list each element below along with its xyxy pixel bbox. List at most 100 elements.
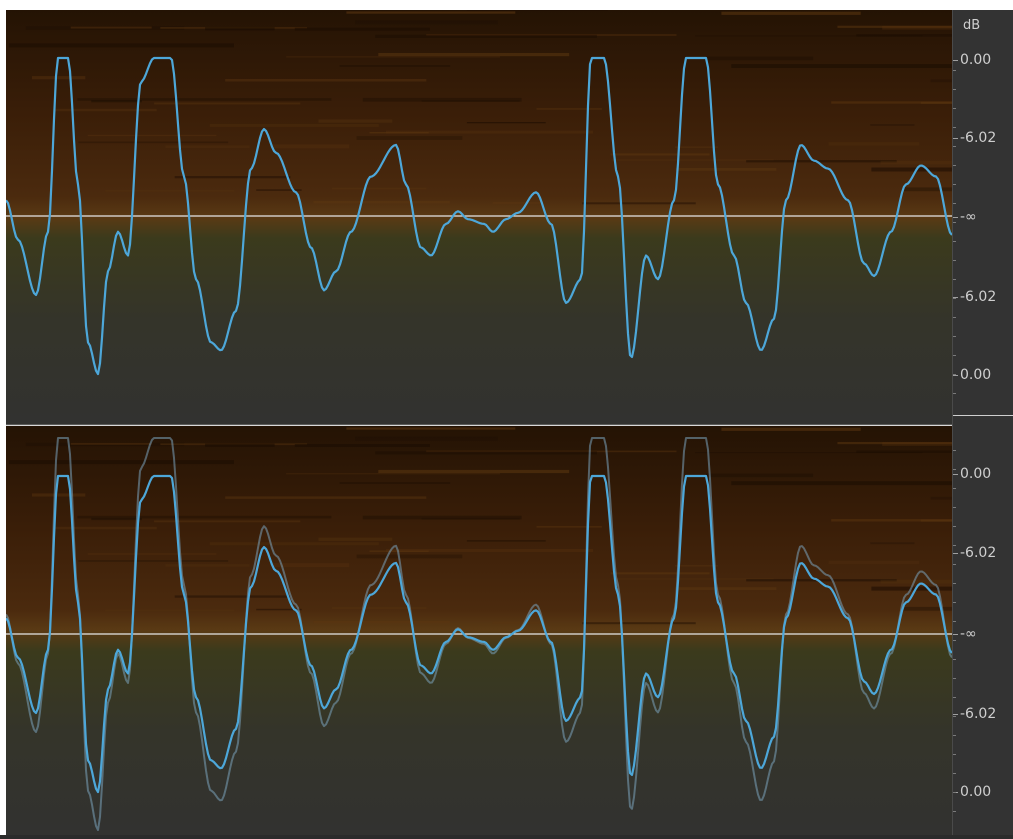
ruler-label-bottom-4: 0.00 xyxy=(960,784,992,800)
spectrogram-streak xyxy=(492,621,541,624)
channel-top xyxy=(5,10,1013,425)
spectrogram-streak xyxy=(930,79,1013,83)
spectrogram-streak xyxy=(8,460,234,465)
spectrogram-streak xyxy=(313,620,450,624)
spectrogram-streak xyxy=(920,519,1013,522)
spectrogram-streak xyxy=(466,10,608,11)
spectrogram-streak xyxy=(870,124,915,126)
spectrogram-streak xyxy=(706,56,814,61)
spectrogram-streak xyxy=(695,452,923,454)
ruler-minor-tick xyxy=(953,146,956,147)
spectrogram-streak xyxy=(331,607,427,609)
ruler-minor-tick xyxy=(953,469,956,470)
ruler-minor-tick xyxy=(953,336,956,337)
ruler-minor-tick xyxy=(953,507,956,508)
ruler-minor-tick xyxy=(953,811,956,812)
spectrogram-streak xyxy=(356,554,463,559)
spectrogram-streak xyxy=(675,565,718,567)
spectrogram-streak xyxy=(165,564,250,567)
top-border xyxy=(0,0,1013,10)
ruler-major-tick xyxy=(953,714,958,715)
spectrogram-streak xyxy=(675,587,777,590)
spectrogram-streak xyxy=(378,53,570,57)
spectrogram-streak xyxy=(582,202,696,205)
spectrogram-streak xyxy=(318,537,393,541)
spectrogram-streak xyxy=(695,35,923,37)
audio-editor: dB 0.00 -6.02 -∞ -6.02 0.00 0.00 -6.02 -… xyxy=(0,0,1013,835)
spectrogram-streak xyxy=(369,132,429,134)
ruler-minor-tick xyxy=(953,640,956,641)
ruler-minor-tick xyxy=(953,70,956,71)
spectrogram-streak xyxy=(346,11,516,14)
spectrogram-streak xyxy=(871,167,1013,172)
spectrogram-streak xyxy=(362,515,522,520)
ruler-minor-tick xyxy=(953,526,956,527)
spectrogram-streak xyxy=(205,27,275,31)
spectrogram-streak xyxy=(870,542,915,545)
ruler-minor-tick xyxy=(953,621,956,622)
ruler-major-tick xyxy=(953,553,958,554)
ruler-minor-tick xyxy=(953,374,956,375)
spectrogram-streak xyxy=(828,560,920,565)
spectrogram-streak xyxy=(32,493,86,497)
spectrogram-streak xyxy=(286,56,500,58)
spectrogram-streak xyxy=(87,553,217,555)
spectrogram-streak xyxy=(920,101,1013,104)
spectrogram-streak xyxy=(675,168,777,171)
ruler-minor-tick xyxy=(953,165,956,166)
ruler-minor-tick xyxy=(953,241,956,242)
spectrogram-streak xyxy=(174,595,291,598)
spectrogram-streak xyxy=(610,572,710,575)
spectrogram-streak xyxy=(492,201,541,205)
ruler-minor-tick xyxy=(953,602,956,603)
ruler-minor-tick xyxy=(953,222,956,223)
spectrogram-streak xyxy=(331,187,427,190)
spectrogram-streak xyxy=(70,442,152,445)
ruler-minor-tick xyxy=(953,716,956,717)
ruler-minor-tick xyxy=(953,735,956,736)
spectrogram-streak xyxy=(205,443,275,447)
waveform-svg[interactable] xyxy=(5,10,1013,835)
ruler-minor-tick xyxy=(953,773,956,774)
ruler-label-top-3: -6.02 xyxy=(960,289,997,305)
db-ruler: dB 0.00 -6.02 -∞ -6.02 0.00 0.00 -6.02 -… xyxy=(952,10,1013,835)
spectrogram-streak xyxy=(721,427,861,431)
spectrogram-streak xyxy=(70,26,152,29)
waveform-view[interactable] xyxy=(5,10,1013,835)
spectrogram-streak xyxy=(536,108,602,110)
spectrogram-streak xyxy=(466,426,608,427)
ruler-label-top-1: -6.02 xyxy=(960,130,997,146)
ruler-major-tick xyxy=(953,375,958,376)
spectrogram-streak xyxy=(339,482,451,484)
ruler-minor-tick xyxy=(953,298,956,299)
ruler-minor-tick xyxy=(953,184,956,185)
ruler-minor-tick xyxy=(953,697,956,698)
ruler-major-tick xyxy=(953,60,958,61)
spectrogram-streak xyxy=(209,123,379,127)
spectrogram-streak xyxy=(466,540,546,542)
ruler-label-top-2: -∞ xyxy=(960,209,977,225)
ruler-minor-tick xyxy=(953,393,956,394)
spectrogram-streak xyxy=(105,190,235,192)
spectrogram-streak xyxy=(356,136,463,140)
ruler-major-tick xyxy=(953,217,958,218)
spectrogram-streak xyxy=(378,469,570,474)
spectrogram-streak xyxy=(930,496,1013,500)
spectrogram-streak xyxy=(375,34,597,38)
spectrogram-streak xyxy=(286,473,500,475)
spectrogram-streak xyxy=(828,142,920,146)
ruler-minor-tick xyxy=(953,678,956,679)
spectrogram-streak xyxy=(271,563,350,568)
spectrogram-streak xyxy=(174,176,291,179)
spectrogram-streak xyxy=(880,160,1013,165)
spectrogram-streak xyxy=(294,444,430,447)
spectrogram-streak xyxy=(882,25,975,30)
ruler-minor-tick xyxy=(953,260,956,261)
ruler-minor-tick xyxy=(953,659,956,660)
db-unit-label: dB xyxy=(963,18,981,33)
spectrogram-streak xyxy=(32,76,86,80)
ruler-minor-tick xyxy=(953,127,956,128)
ruler-label-top-0: 0.00 xyxy=(960,52,992,68)
spectrogram-streak xyxy=(362,97,522,102)
ruler-minor-tick xyxy=(953,203,956,204)
